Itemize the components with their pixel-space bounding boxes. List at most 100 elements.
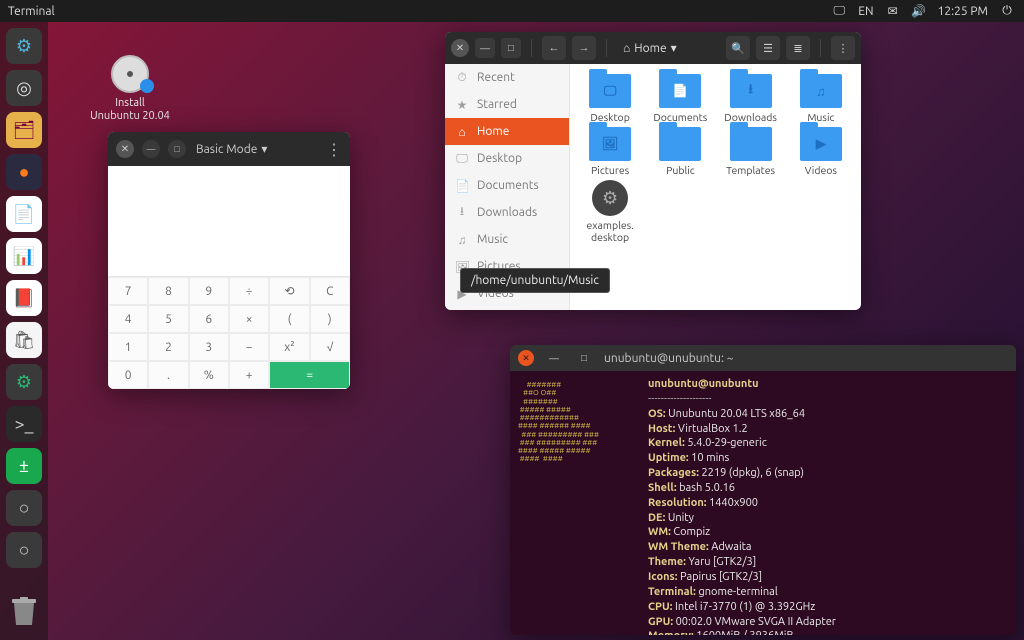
folder-templates[interactable]: Templates	[717, 127, 785, 176]
calc-key-5[interactable]: 5	[148, 305, 188, 333]
files-titlebar[interactable]: ✕ — □ ← → ⌂ Home ▾ 🔍 ☰ ≣ ⋮	[445, 32, 861, 64]
sidebar-item-desktop[interactable]: 🖵Desktop	[445, 145, 569, 172]
installer-icon[interactable]: ◎	[6, 70, 42, 106]
sidebar-item-music[interactable]: ♫Music	[445, 226, 569, 253]
calc-key-+[interactable]: +	[229, 361, 269, 389]
home-icon: ⌂	[455, 125, 469, 139]
screen-icon[interactable]: 🖵	[832, 4, 846, 18]
calculator-titlebar[interactable]: ✕ — □ Basic Mode ▾ ⋮	[108, 132, 350, 166]
calc-key-6[interactable]: 6	[189, 305, 229, 333]
app1-icon[interactable]: ○	[6, 490, 42, 526]
examples-desktop-file[interactable]: ⚙examples. desktop	[576, 180, 644, 243]
calc-key-9[interactable]: 9	[189, 277, 229, 305]
calc-key-8[interactable]: 8	[148, 277, 188, 305]
calc-key-1[interactable]: 1	[108, 333, 148, 361]
mode-dropdown[interactable]: Basic Mode ▾	[196, 142, 267, 156]
folder-videos[interactable]: ▶Videos	[787, 127, 855, 176]
recent-icon: ⏱	[455, 71, 469, 85]
install-label-2: Unubuntu 20.04	[90, 110, 170, 123]
calculator-display[interactable]	[108, 166, 350, 276]
folder-public[interactable]: Public	[646, 127, 714, 176]
starred-icon: ★	[455, 98, 469, 112]
calc-key-%[interactable]: %	[189, 361, 229, 389]
sidebar-item-recent[interactable]: ⏱Recent	[445, 64, 569, 91]
volume-icon[interactable]: 🔊	[912, 4, 926, 18]
trash-icon[interactable]	[6, 594, 42, 630]
sidebar-item-starred[interactable]: ★Starred	[445, 91, 569, 118]
settings-icon[interactable]: ⚙	[6, 28, 42, 64]
terminal-icon[interactable]: >_	[6, 406, 42, 442]
sidebar-item-downloads[interactable]: ⭳Downloads	[445, 199, 569, 226]
maximize-icon[interactable]: □	[501, 38, 521, 58]
calc-key-2[interactable]: 2	[148, 333, 188, 361]
calc-key-−[interactable]: −	[229, 333, 269, 361]
terminal-window: ✕ — □ unubuntu@unubuntu: ~ ####### ##O O…	[510, 345, 1016, 635]
path-tooltip: /home/unubuntu/Music	[460, 268, 610, 293]
calc-key-4[interactable]: 4	[108, 305, 148, 333]
app2-icon[interactable]: ○	[6, 532, 42, 568]
calc-key-([interactable]: (	[269, 305, 309, 333]
maximize-icon[interactable]: □	[574, 348, 594, 368]
folder-documents[interactable]: 📄Documents	[646, 74, 714, 123]
home-icon: ⌂	[623, 41, 630, 55]
hamburger-menu-icon[interactable]: ⋮	[326, 140, 342, 159]
downloads-icon: ⭳	[455, 202, 469, 223]
terminal-output[interactable]: ####### ##O O## ####### ##### ##### ####…	[510, 371, 1016, 635]
hamburger-menu-icon[interactable]: ⋮	[831, 36, 855, 60]
folder-pictures[interactable]: 🖼Pictures	[576, 127, 644, 176]
minimize-icon[interactable]: —	[475, 38, 495, 58]
software-icon[interactable]: 🛍	[6, 322, 42, 358]
install-label-1: Install	[90, 97, 170, 110]
close-icon[interactable]: ✕	[116, 140, 134, 158]
calculator-icon[interactable]: ±	[6, 448, 42, 484]
back-button[interactable]: ←	[542, 36, 566, 60]
calc-key-.[interactable]: .	[148, 361, 188, 389]
minimize-icon[interactable]: —	[142, 140, 160, 158]
calc-key-0[interactable]: 0	[108, 361, 148, 389]
sidebar-item-home[interactable]: ⌂Home	[445, 118, 569, 145]
folder-music[interactable]: ♫Music	[787, 74, 855, 123]
calculator-window: ✕ — □ Basic Mode ▾ ⋮ 789÷⟲C 456×() 123−x²√…	[108, 132, 350, 389]
writer-icon[interactable]: 📄	[6, 196, 42, 232]
calc-key-√[interactable]: √	[310, 333, 350, 361]
install-desktop-icon[interactable]: Install Unubuntu 20.04	[90, 55, 170, 123]
sidebar-item-documents[interactable]: 📄Documents	[445, 172, 569, 199]
calc-key-3[interactable]: 3	[189, 333, 229, 361]
files-icon[interactable]: 🗂	[6, 112, 42, 148]
mail-icon[interactable]: ✉	[886, 4, 900, 18]
calc-key-x²[interactable]: x²	[269, 333, 309, 361]
top-panel: Terminal 🖵 EN ✉ 🔊 12:25 PM ⏻	[0, 0, 1024, 22]
files-content: 🖵Desktop📄Documents⭳Downloads♫Music 🖼Pictu…	[570, 64, 861, 310]
terminal-titlebar[interactable]: ✕ — □ unubuntu@unubuntu: ~	[510, 345, 1016, 371]
calc-key-×[interactable]: ×	[229, 305, 269, 333]
firefox-icon[interactable]: ●	[6, 154, 42, 190]
clock[interactable]: 12:25 PM	[938, 5, 988, 18]
chevron-down-icon: ▾	[261, 142, 267, 156]
chevron-down-icon: ▾	[671, 41, 677, 55]
neofetch-logo: ####### ##O O## ####### ##### ##### ####…	[518, 377, 648, 629]
calc-key-)[interactable]: )	[310, 305, 350, 333]
impress-icon[interactable]: 📕	[6, 280, 42, 316]
calc-key-C[interactable]: C	[310, 277, 350, 305]
close-icon[interactable]: ✕	[451, 39, 469, 57]
power-icon[interactable]: ⏻	[1000, 4, 1014, 18]
search-button[interactable]: 🔍	[726, 36, 750, 60]
close-icon[interactable]: ✕	[518, 350, 534, 366]
calc-sheet-icon[interactable]: 📊	[6, 238, 42, 274]
calc-key-=[interactable]: =	[269, 361, 350, 389]
path-bar[interactable]: ⌂ Home ▾	[617, 41, 683, 55]
maximize-icon[interactable]: □	[168, 140, 186, 158]
folder-downloads[interactable]: ⭳Downloads	[717, 74, 785, 123]
keyboard-lang[interactable]: EN	[858, 5, 873, 18]
folder-desktop[interactable]: 🖵Desktop	[576, 74, 644, 123]
view-grid-button[interactable]: ☰	[756, 36, 780, 60]
forward-button[interactable]: →	[572, 36, 596, 60]
view-list-button[interactable]: ≣	[786, 36, 810, 60]
tweaks-icon[interactable]: ⚙	[6, 364, 42, 400]
calc-key-⟲[interactable]: ⟲	[269, 277, 309, 305]
calc-key-÷[interactable]: ÷	[229, 277, 269, 305]
calc-key-7[interactable]: 7	[108, 277, 148, 305]
calculator-keypad: 789÷⟲C 456×() 123−x²√ 0.%+=	[108, 276, 350, 389]
documents-icon: 📄	[455, 179, 469, 193]
minimize-icon[interactable]: —	[544, 348, 564, 368]
